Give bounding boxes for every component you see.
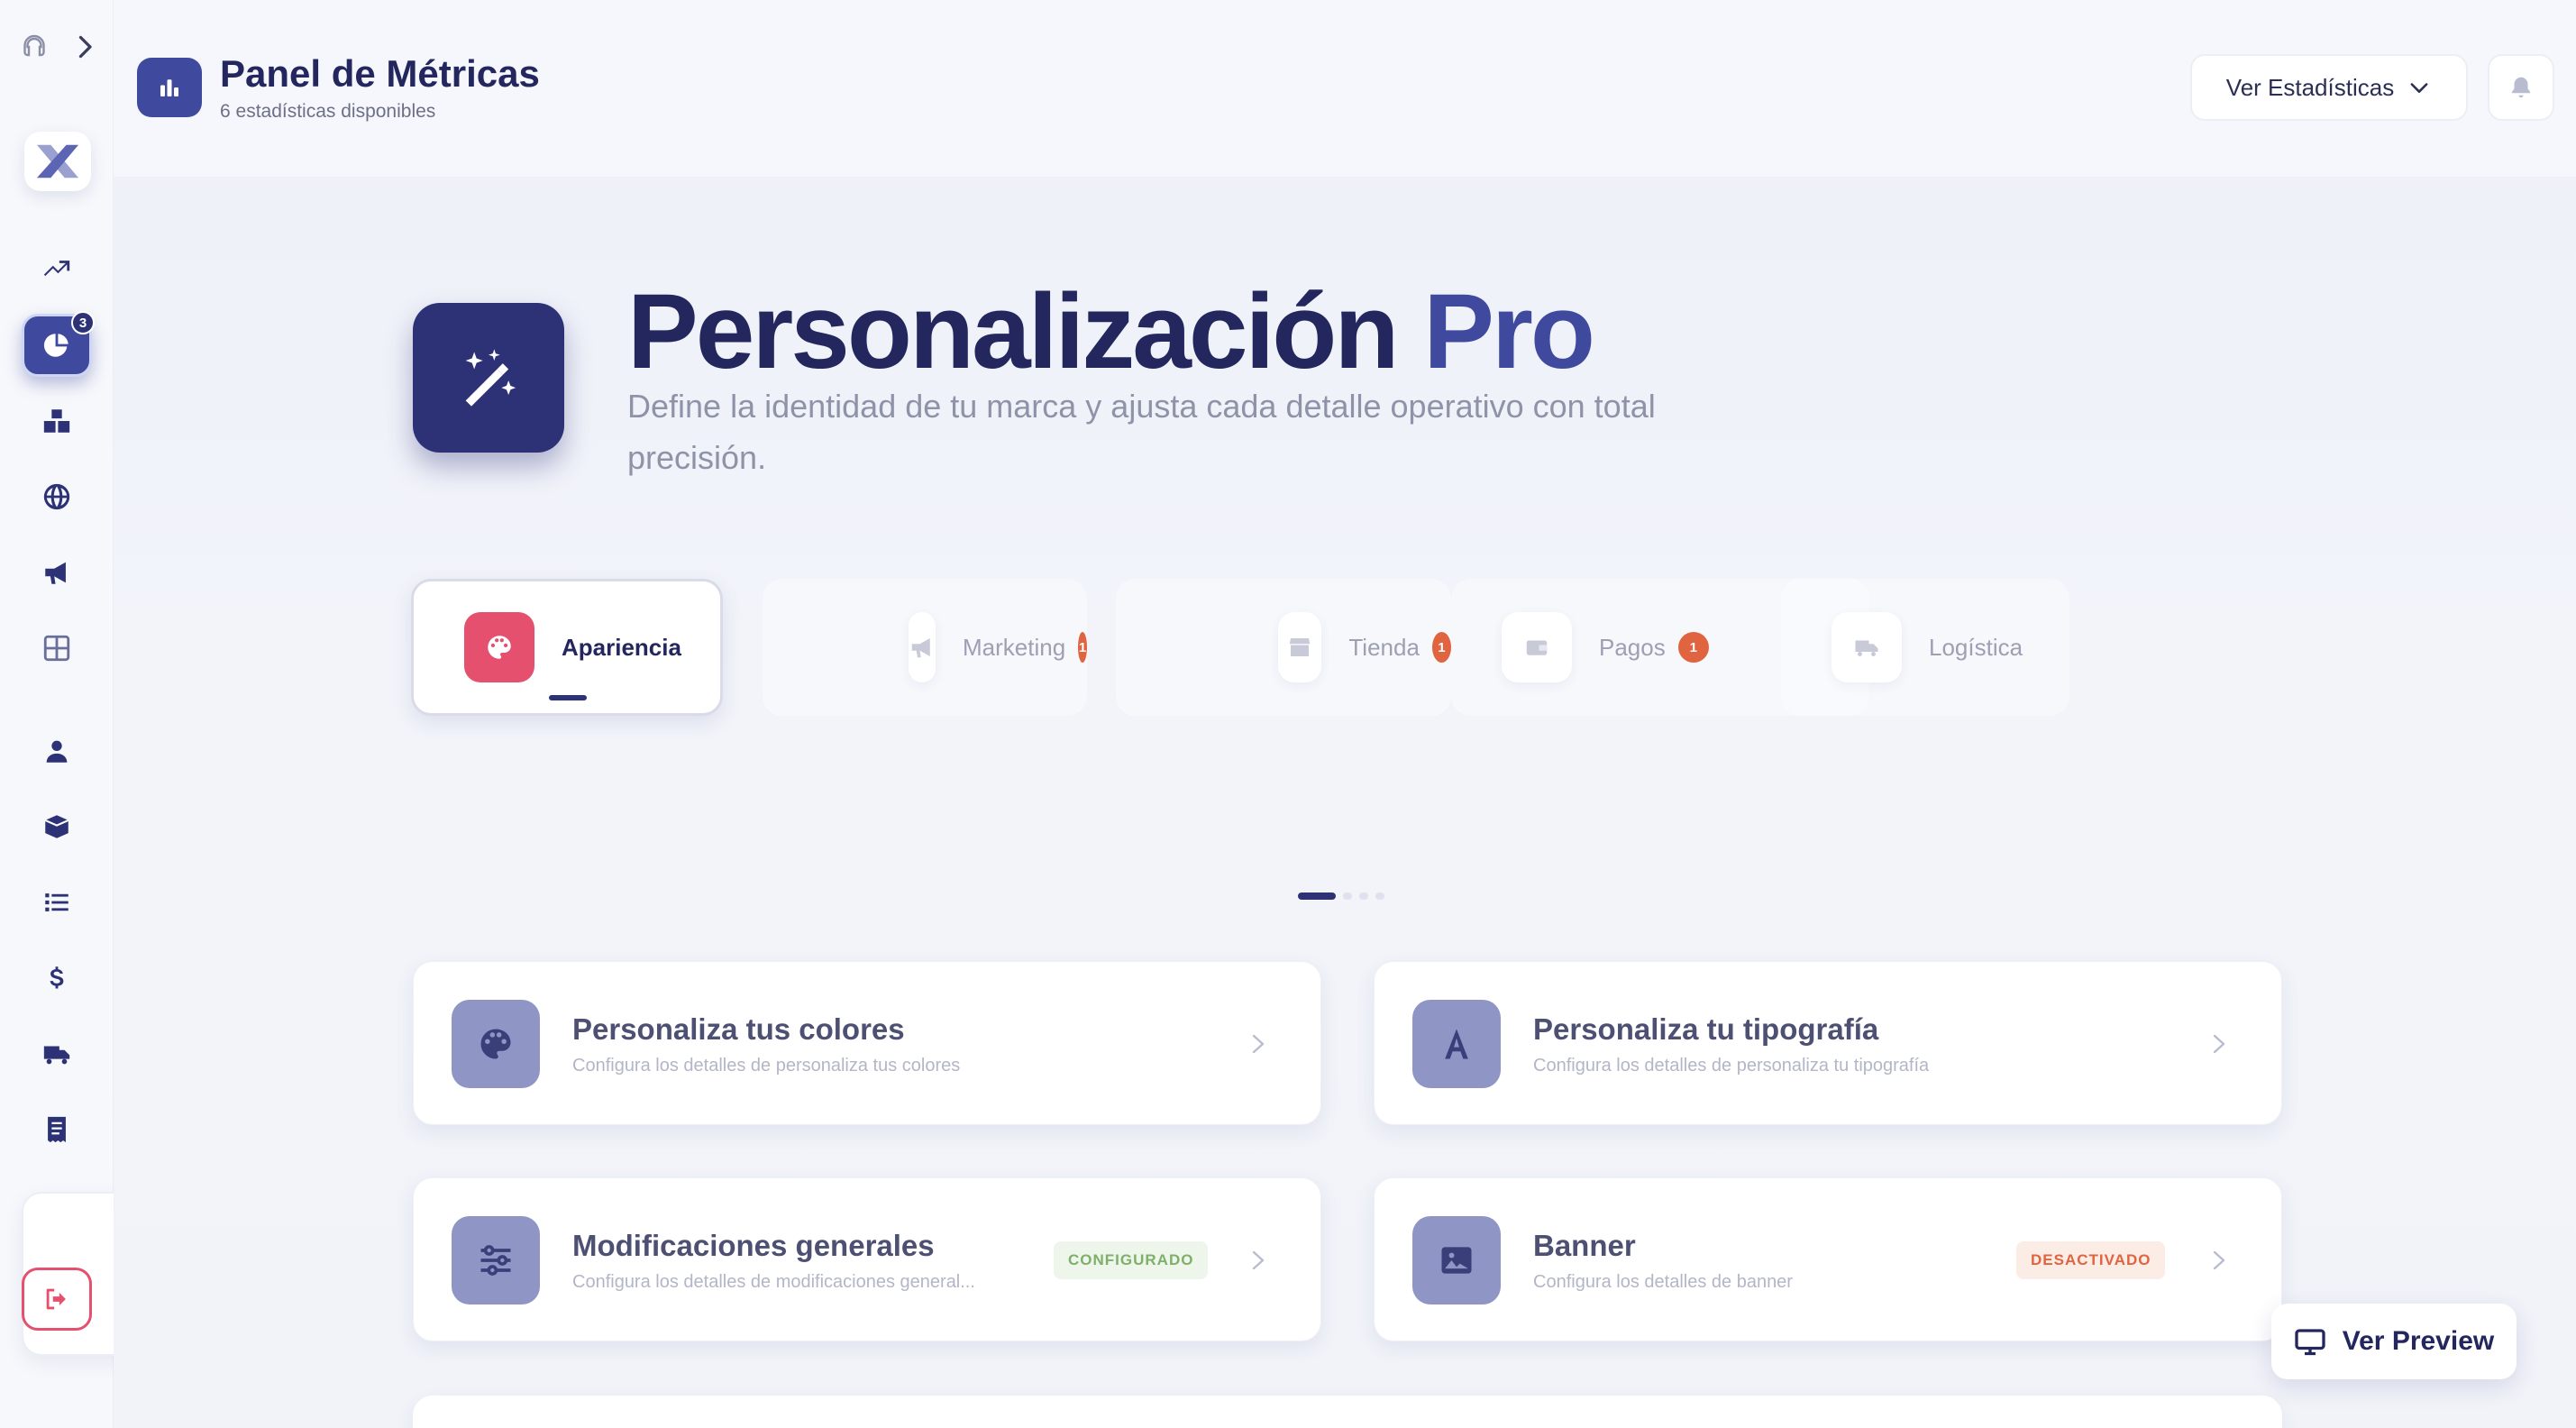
sidebar-top-controls (18, 31, 99, 67)
grid-icon (43, 635, 70, 662)
card-title: Personaliza tus colores (572, 1012, 905, 1046)
card-description: Configura los detalles de personaliza tu… (1533, 1056, 1930, 1076)
list-icon (45, 893, 69, 911)
hero-title: Personalización Pro (627, 270, 1595, 393)
receipt-icon (48, 1116, 66, 1143)
sliders-icon (452, 1216, 540, 1304)
chevron-right-icon (2213, 1250, 2225, 1270)
notifications-button[interactable] (2488, 54, 2554, 121)
chevron-right-icon (2213, 1034, 2225, 1054)
wallet-icon (1502, 612, 1572, 682)
magic-wand-icon (413, 303, 564, 453)
carousel-dots (1298, 892, 1384, 900)
page-title: Panel de Métricas (220, 52, 540, 95)
globe-icon (43, 483, 70, 510)
carousel-dot[interactable] (1359, 892, 1368, 900)
chevron-right-icon (1252, 1250, 1265, 1270)
card-description: Configura los detalles de personaliza tu… (572, 1056, 961, 1076)
card-partial[interactable] (413, 1396, 2282, 1428)
truck-icon (43, 1046, 70, 1065)
preview-button[interactable]: Ver Preview (2271, 1304, 2517, 1379)
tab-badge: 1 (1078, 632, 1087, 663)
headset-icon[interactable] (18, 31, 50, 63)
tab-tienda[interactable]: Tienda 1 (1116, 579, 1451, 716)
box-icon (44, 815, 69, 838)
nav-customers[interactable] (22, 719, 92, 783)
tab-label: Logística (1929, 633, 2023, 661)
tab-label: Pagos (1599, 633, 1666, 661)
card-description: Configura los detalles de banner (1533, 1272, 1793, 1292)
palette-icon (464, 612, 534, 682)
pie-chart-icon (43, 334, 69, 357)
card-description: Configura los detalles de modificaciones… (572, 1272, 975, 1292)
active-tab-indicator (549, 695, 587, 700)
chevron-right-icon (1252, 1034, 1265, 1054)
tab-label: Tienda (1348, 633, 1420, 661)
tab-label: Marketing (963, 633, 1066, 661)
view-stats-label: Ver Estadísticas (2225, 73, 2395, 101)
nav-web[interactable] (22, 465, 92, 528)
nav-layout[interactable] (22, 617, 92, 680)
tab-logistica[interactable]: Logística (1781, 579, 2069, 716)
card-banner[interactable]: Banner Configura los detalles de banner … (1374, 1177, 2282, 1341)
hero-title-accent: Pro (1423, 272, 1595, 391)
carousel-dot-active[interactable] (1298, 892, 1336, 900)
carousel-dot[interactable] (1375, 892, 1384, 900)
bell-icon (2512, 77, 2530, 98)
monitor-icon (2295, 1329, 2325, 1356)
card-title: Personaliza tu tipografía (1533, 1012, 1879, 1046)
tab-badge: 1 (1431, 632, 1451, 663)
card-title: Modificaciones generales (572, 1229, 935, 1262)
nav-orders[interactable] (22, 871, 92, 934)
nav-metrics[interactable]: 3 (22, 311, 95, 377)
card-colors[interactable]: Personaliza tus colores Configura los de… (413, 961, 1321, 1125)
hero-title-main: Personalización (627, 272, 1399, 391)
sidebar: 3 (0, 0, 930, 1428)
tab-marketing[interactable]: Marketing 1 (763, 579, 1087, 716)
page-subtitle: 6 estadísticas disponibles (220, 101, 436, 122)
nav-invoices[interactable] (22, 1098, 92, 1161)
preview-label: Ver Preview (2342, 1326, 2495, 1356)
nav-finance[interactable] (22, 947, 92, 1010)
view-stats-dropdown[interactable]: Ver Estadísticas (2190, 54, 2468, 121)
megaphone-icon (909, 612, 936, 682)
tab-apariencia[interactable]: Apariencia (411, 579, 723, 716)
chevron-right-icon[interactable] (69, 31, 101, 63)
boxes-icon (43, 409, 70, 433)
logout-button[interactable] (22, 1268, 92, 1331)
nav-products[interactable] (22, 795, 92, 858)
card-title: Banner (1533, 1229, 1636, 1262)
typography-icon (1412, 1000, 1501, 1088)
palette-icon (452, 1000, 540, 1088)
carousel-dot[interactable] (1343, 892, 1352, 900)
image-icon (1412, 1216, 1501, 1304)
nav-trends[interactable] (22, 238, 92, 301)
logout-icon (46, 1288, 66, 1310)
dollar-icon (50, 966, 64, 989)
nav-inventory[interactable] (22, 389, 92, 453)
chevron-down-icon (2410, 83, 2428, 93)
app-logo[interactable] (24, 132, 91, 191)
nav-marketing[interactable] (22, 541, 92, 604)
card-typography[interactable]: Personaliza tu tipografía Configura los … (1374, 961, 2282, 1125)
top-header: Panel de Métricas 6 estadísticas disponi… (114, 0, 2576, 177)
megaphone-icon (45, 562, 66, 584)
store-icon (1278, 612, 1322, 682)
nav-badge: 3 (71, 311, 95, 334)
hero-description: Define la identidad de tu marca y ajusta… (627, 388, 1656, 476)
tab-badge: 1 (1677, 632, 1709, 663)
x-logo-icon (36, 144, 79, 178)
status-badge-disabled: DESACTIVADO (2016, 1241, 2166, 1279)
truck-icon (1832, 612, 1902, 682)
card-general-modifications[interactable]: Modificaciones generales Configura los d… (413, 1177, 1321, 1341)
user-icon (46, 740, 68, 763)
nav-shipping[interactable] (22, 1022, 92, 1085)
status-badge-configured: CONFIGURADO (1054, 1241, 1209, 1279)
trending-up-icon (43, 261, 70, 277)
bar-chart-icon (137, 58, 202, 117)
tab-label: Apariencia (562, 633, 681, 661)
